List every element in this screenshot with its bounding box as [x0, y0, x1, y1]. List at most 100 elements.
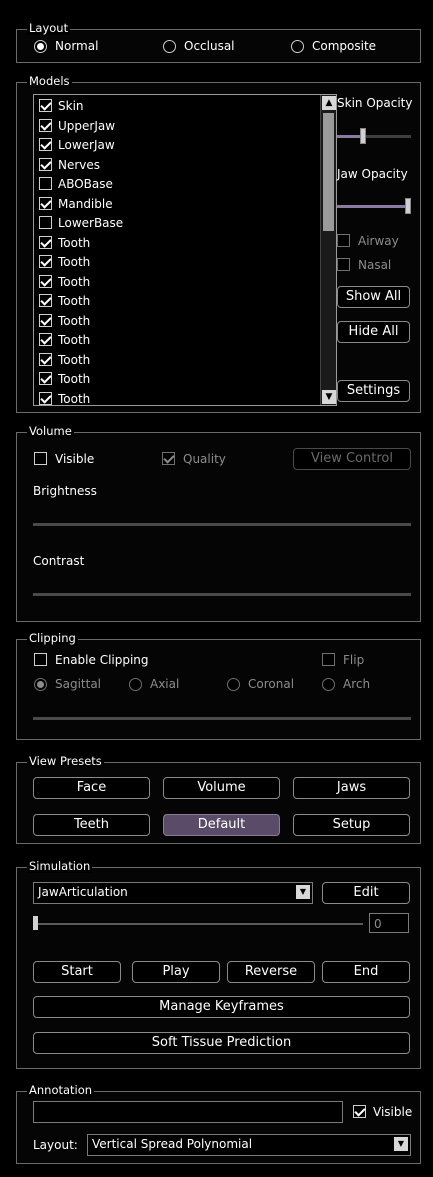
start-button[interactable]: Start	[33, 961, 121, 983]
annotation-text-input[interactable]	[33, 1101, 343, 1123]
layout-occlusal-radio[interactable]	[163, 40, 176, 53]
layout-composite-label[interactable]: Composite	[312, 39, 376, 53]
layout-occlusal-label[interactable]: Occlusal	[184, 39, 235, 53]
model-visibility-checkbox[interactable]	[39, 118, 52, 132]
layout-normal-label[interactable]: Normal	[55, 39, 98, 53]
arch-label[interactable]: Arch	[343, 677, 370, 691]
model-list-item[interactable]: Tooth	[37, 273, 317, 292]
preset-jaws-button[interactable]: Jaws	[293, 777, 410, 799]
arch-radio[interactable]	[322, 678, 335, 691]
model-list-item[interactable]: Nerves	[37, 156, 317, 175]
model-visibility-checkbox[interactable]	[39, 177, 52, 190]
volume-visible-checkbox[interactable]	[34, 452, 47, 465]
preset-setup-button[interactable]: Setup	[293, 814, 410, 836]
model-list-item[interactable]: ABOBase	[37, 175, 317, 194]
enable-clipping-label[interactable]: Enable Clipping	[55, 653, 149, 667]
model-visibility-checkbox[interactable]	[39, 99, 52, 112]
flip-checkbox[interactable]	[322, 653, 335, 666]
annotation-visible-checkbox[interactable]	[353, 1105, 366, 1118]
preset-face-button[interactable]: Face	[33, 777, 150, 799]
layout-composite-radio[interactable]	[291, 40, 304, 53]
model-list-item[interactable]: UpperJaw	[37, 117, 317, 136]
scroll-thumb[interactable]	[323, 113, 334, 231]
simulation-combo-value: JawArticulation	[38, 885, 128, 899]
model-item-label: ABOBase	[58, 177, 113, 191]
contrast-slider[interactable]	[33, 593, 411, 596]
annotation-visible-label[interactable]: Visible	[373, 1105, 412, 1119]
skin-opacity-handle[interactable]	[359, 128, 366, 144]
airway-checkbox[interactable]	[337, 234, 350, 247]
airway-label[interactable]: Airway	[358, 234, 399, 248]
volume-quality-label[interactable]: Quality	[183, 452, 226, 466]
play-button[interactable]: Play	[132, 961, 220, 983]
model-visibility-checkbox[interactable]	[39, 157, 52, 171]
brightness-slider[interactable]	[33, 523, 411, 526]
model-visibility-checkbox[interactable]	[39, 391, 52, 405]
edit-button[interactable]: Edit	[322, 882, 410, 904]
simulation-combo[interactable]: JawArticulation ▼	[33, 882, 313, 904]
models-scrollbar[interactable]: ▲ ▼	[320, 95, 336, 405]
flip-label[interactable]: Flip	[343, 653, 364, 667]
nasal-checkbox[interactable]	[337, 258, 350, 271]
model-visibility-checkbox[interactable]	[39, 255, 52, 268]
frame-number-field[interactable]: 0	[369, 913, 409, 933]
model-visibility-checkbox[interactable]	[39, 196, 52, 210]
model-visibility-checkbox[interactable]	[39, 216, 52, 229]
volume-quality-checkbox[interactable]	[162, 452, 175, 465]
model-visibility-checkbox[interactable]	[39, 274, 52, 288]
hide-all-button[interactable]: Hide All	[337, 321, 410, 343]
contrast-label: Contrast	[33, 554, 85, 568]
jaw-opacity-handle[interactable]	[405, 198, 411, 214]
model-list-item[interactable]: LowerJaw	[37, 136, 317, 155]
model-visibility-checkbox[interactable]	[39, 235, 52, 249]
timeline-handle[interactable]	[33, 916, 38, 930]
model-visibility-checkbox[interactable]	[39, 333, 52, 346]
model-list-item[interactable]: Tooth	[37, 234, 317, 253]
model-visibility-checkbox[interactable]	[39, 138, 52, 151]
nasal-label[interactable]: Nasal	[358, 258, 391, 272]
view-control-button[interactable]: View Control	[293, 448, 411, 470]
model-list-item[interactable]: Tooth	[37, 292, 317, 311]
layout-normal-radio[interactable]	[34, 40, 47, 53]
simulation-timeline-slider[interactable]	[33, 923, 363, 925]
model-list-item[interactable]: LowerBase	[37, 214, 317, 233]
reverse-button[interactable]: Reverse	[227, 961, 315, 983]
settings-button[interactable]: Settings	[337, 380, 410, 402]
coronal-radio[interactable]	[227, 678, 240, 691]
annotation-layout-combo[interactable]: Vertical Spread Polynomial ▼	[87, 1134, 411, 1156]
annotation-layout-label: Layout:	[33, 1138, 78, 1152]
scroll-down-icon[interactable]: ▼	[322, 390, 336, 404]
manage-keyframes-button[interactable]: Manage Keyframes	[33, 996, 410, 1018]
coronal-label[interactable]: Coronal	[248, 677, 294, 691]
show-all-button[interactable]: Show All	[337, 286, 410, 308]
model-visibility-checkbox[interactable]	[39, 352, 52, 366]
model-list-item[interactable]: Tooth	[37, 253, 317, 272]
end-button[interactable]: End	[322, 961, 410, 983]
clipping-slider[interactable]	[33, 717, 411, 720]
model-list-item[interactable]: Tooth	[37, 312, 317, 331]
enable-clipping-checkbox[interactable]	[34, 653, 47, 666]
volume-visible-label[interactable]: Visible	[55, 452, 94, 466]
model-item-label: Tooth	[58, 372, 91, 386]
preset-teeth-button[interactable]: Teeth	[33, 814, 150, 836]
scroll-up-icon[interactable]: ▲	[322, 96, 336, 110]
models-list[interactable]: Skin UpperJaw LowerJaw Nerves ABOBase Mandibl…	[33, 94, 337, 406]
model-visibility-checkbox[interactable]	[39, 294, 52, 307]
model-list-item[interactable]: Skin	[37, 97, 317, 116]
model-list-item[interactable]: Tooth	[37, 390, 317, 405]
axial-label[interactable]: Axial	[150, 677, 179, 691]
dropdown-arrow-icon[interactable]: ▼	[394, 1137, 408, 1151]
model-list-item[interactable]: Tooth	[37, 351, 317, 370]
model-list-item[interactable]: Mandible	[37, 195, 317, 214]
model-visibility-checkbox[interactable]	[39, 313, 52, 327]
preset-default-button[interactable]: Default	[163, 814, 280, 836]
model-visibility-checkbox[interactable]	[39, 372, 52, 385]
sagittal-radio[interactable]	[34, 678, 47, 691]
model-list-item[interactable]: Tooth	[37, 331, 317, 350]
soft-tissue-prediction-button[interactable]: Soft Tissue Prediction	[33, 1032, 410, 1054]
axial-radio[interactable]	[129, 678, 142, 691]
sagittal-label[interactable]: Sagittal	[55, 677, 101, 691]
dropdown-arrow-icon[interactable]: ▼	[296, 885, 310, 899]
model-list-item[interactable]: Tooth	[37, 370, 317, 389]
preset-volume-button[interactable]: Volume	[163, 777, 280, 799]
